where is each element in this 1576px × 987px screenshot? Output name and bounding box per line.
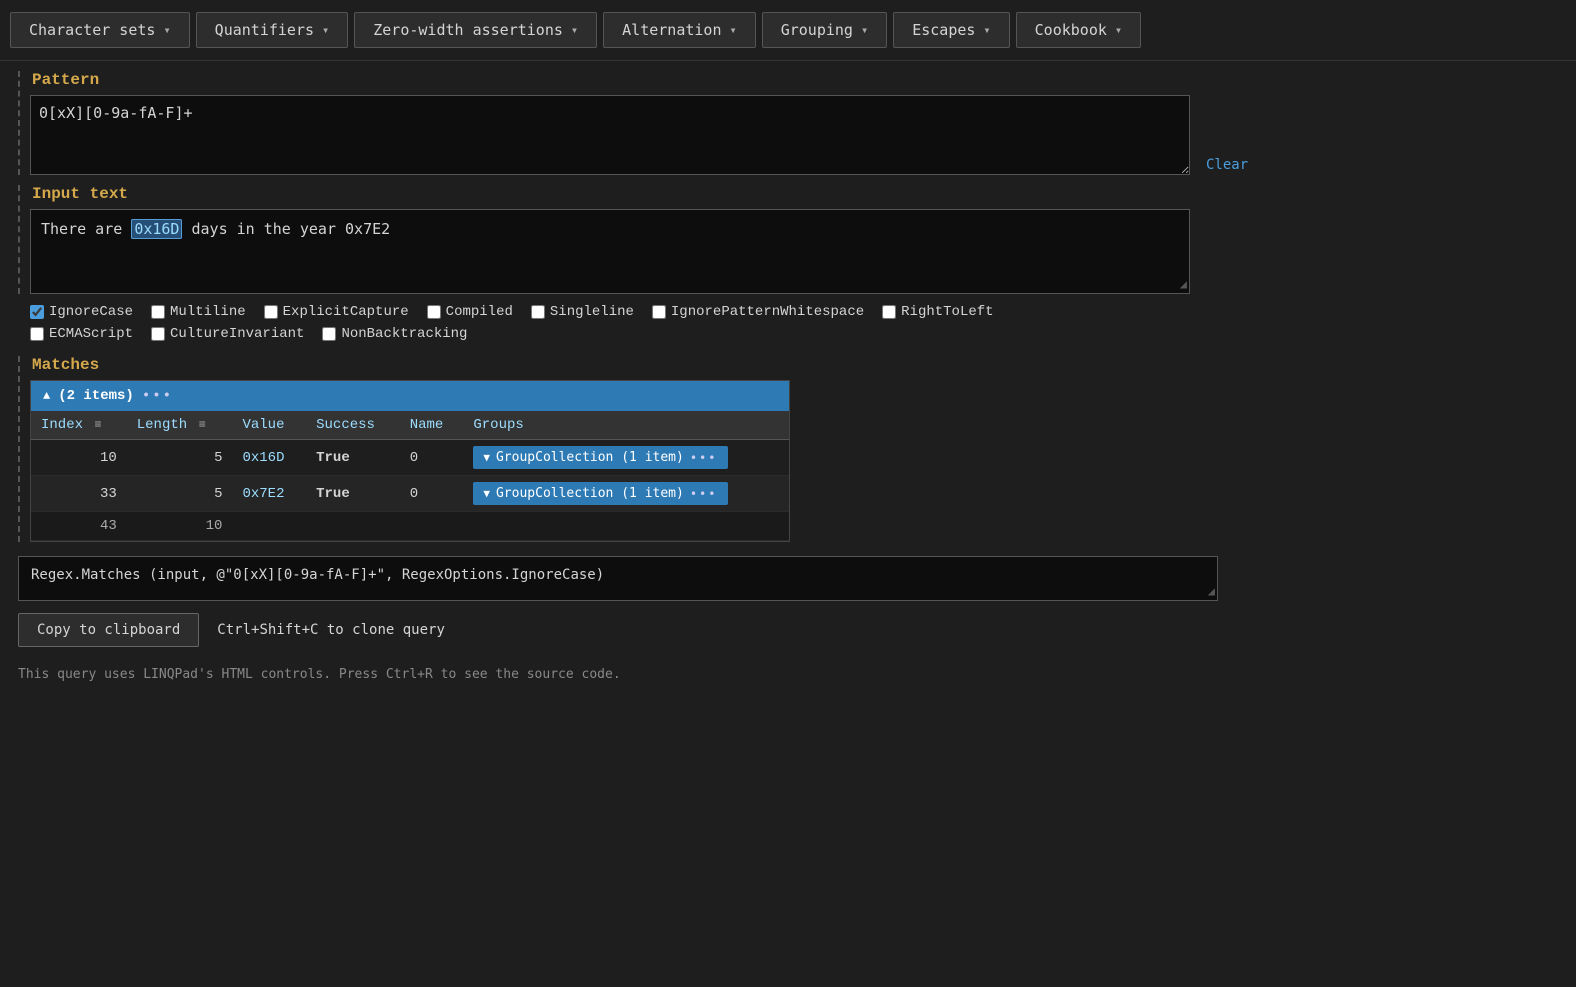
cell-name-3: [400, 512, 464, 541]
table-header-row: Index ≡ Length ≡ Value Success Name Grou…: [31, 411, 789, 440]
col-success: Success: [306, 411, 400, 440]
cell-index-3: 43: [31, 512, 127, 541]
checkbox-ecmascript[interactable]: ECMAScript: [30, 326, 133, 342]
expand-icon: ▼: [483, 487, 490, 500]
cell-value-3: [232, 512, 306, 541]
resize-handle[interactable]: ◢: [1208, 584, 1215, 598]
input-text-display[interactable]: There are 0x16D days in the year 0x7E2 ◢: [30, 209, 1190, 294]
col-value: Value: [232, 411, 306, 440]
checkbox-ignorecase[interactable]: IgnoreCase: [30, 304, 133, 320]
chevron-down-icon: ▾: [163, 23, 170, 37]
checkbox-singleline[interactable]: Singleline: [531, 304, 634, 320]
cell-length-1: 5: [127, 440, 233, 476]
menu-icon: ≡: [94, 418, 101, 432]
chevron-down-icon: ▾: [571, 23, 578, 37]
dots-icon[interactable]: •••: [142, 388, 173, 404]
input-text-section: Input text There are 0x16D days in the y…: [18, 185, 1558, 294]
pattern-section: Pattern 0[xX][0-9a-fA-F]+ Clear: [18, 71, 1558, 175]
col-length: Length ≡: [127, 411, 233, 440]
matches-table: Index ≡ Length ≡ Value Success Name Grou…: [31, 411, 789, 541]
cell-success-1: True: [306, 440, 400, 476]
input-suffix: days in the year 0x7E2: [182, 220, 390, 238]
input-text-label: Input text: [30, 185, 1558, 203]
table-row: 10 5 0x16D True 0 ▼ GroupCollection (1 i…: [31, 440, 789, 476]
checkbox-row-1: IgnoreCase Multiline ExplicitCapture Com…: [30, 304, 1558, 320]
col-groups: Groups: [463, 411, 789, 440]
col-index: Index ≡: [31, 411, 127, 440]
matches-label: Matches: [30, 356, 1558, 374]
cell-success-2: True: [306, 476, 400, 512]
checkbox-righttoleft[interactable]: RightToLeft: [882, 304, 993, 320]
copy-to-clipboard-button[interactable]: Copy to clipboard: [18, 613, 199, 647]
resize-handle[interactable]: ◢: [1180, 277, 1187, 291]
menu-icon: ≡: [199, 418, 206, 432]
footer-note: This query uses LINQPad's HTML controls.…: [18, 661, 1558, 688]
chevron-down-icon: ▾: [983, 23, 990, 37]
checkboxes-section: IgnoreCase Multiline ExplicitCapture Com…: [18, 304, 1558, 342]
checkbox-ignorepatternwhitespace[interactable]: IgnorePatternWhitespace: [652, 304, 864, 320]
table-row: 33 5 0x7E2 True 0 ▼ GroupCollection (1 i…: [31, 476, 789, 512]
nav-escapes[interactable]: Escapes ▾: [893, 12, 1009, 48]
pattern-label: Pattern: [30, 71, 1558, 89]
cell-groups-1: ▼ GroupCollection (1 item) •••: [463, 440, 789, 476]
matches-header-row[interactable]: ▲ (2 items) •••: [31, 381, 789, 411]
dots-icon: •••: [690, 451, 718, 465]
cell-value-2: 0x7E2: [232, 476, 306, 512]
nav-character-sets[interactable]: Character sets ▾: [10, 12, 190, 48]
cell-name-1: 0: [400, 440, 464, 476]
matches-section: Matches ▲ (2 items) ••• Index ≡ Length ≡…: [18, 356, 1558, 542]
checkbox-compiled[interactable]: Compiled: [427, 304, 513, 320]
input-highlight: 0x16D: [131, 219, 182, 239]
code-output-text: Regex.Matches (input, @"0[xX][0-9a-fA-F]…: [31, 567, 604, 583]
chevron-down-icon: ▾: [1115, 23, 1122, 37]
dots-icon: •••: [690, 487, 718, 501]
clear-button[interactable]: Clear: [1200, 155, 1254, 175]
chevron-down-icon: ▾: [861, 23, 868, 37]
checkbox-row-2: ECMAScript CultureInvariant NonBacktrack…: [30, 326, 1558, 342]
chevron-down-icon: ▾: [322, 23, 329, 37]
cell-index-2: 33: [31, 476, 127, 512]
top-nav: Character sets ▾ Quantifiers ▾ Zero-widt…: [0, 0, 1576, 61]
col-name: Name: [400, 411, 464, 440]
checkbox-cultureinvariant[interactable]: CultureInvariant: [151, 326, 304, 342]
collapse-arrow-icon: ▲: [43, 389, 50, 403]
matches-table-wrapper: ▲ (2 items) ••• Index ≡ Length ≡ Value S…: [30, 380, 790, 542]
cell-length-2: 5: [127, 476, 233, 512]
input-prefix: There are: [41, 220, 131, 238]
shortcut-text: Ctrl+Shift+C to clone query: [217, 622, 445, 638]
table-row-summary: 43 10: [31, 512, 789, 541]
nav-alternation[interactable]: Alternation ▾: [603, 12, 756, 48]
checkbox-multiline[interactable]: Multiline: [151, 304, 246, 320]
main-content: Pattern 0[xX][0-9a-fA-F]+ Clear Input te…: [0, 61, 1576, 698]
cell-success-3: [306, 512, 400, 541]
group-collection-btn-1[interactable]: ▼ GroupCollection (1 item) •••: [473, 446, 727, 469]
nav-cookbook[interactable]: Cookbook ▾: [1016, 12, 1141, 48]
code-output: Regex.Matches (input, @"0[xX][0-9a-fA-F]…: [18, 556, 1218, 601]
pattern-input[interactable]: 0[xX][0-9a-fA-F]+: [30, 95, 1190, 175]
cell-length-3: 10: [127, 512, 233, 541]
cell-groups-3: [463, 512, 789, 541]
nav-grouping[interactable]: Grouping ▾: [762, 12, 887, 48]
nav-quantifiers[interactable]: Quantifiers ▾: [196, 12, 349, 48]
matches-count: (2 items): [58, 388, 134, 404]
cell-name-2: 0: [400, 476, 464, 512]
cell-index-1: 10: [31, 440, 127, 476]
checkbox-nonbacktracking[interactable]: NonBacktracking: [322, 326, 467, 342]
copy-section: Copy to clipboard Ctrl+Shift+C to clone …: [18, 613, 1558, 647]
cell-groups-2: ▼ GroupCollection (1 item) •••: [463, 476, 789, 512]
chevron-down-icon: ▾: [729, 23, 736, 37]
pattern-row: 0[xX][0-9a-fA-F]+ Clear: [30, 95, 1558, 175]
cell-value-1: 0x16D: [232, 440, 306, 476]
checkbox-explicitcapture[interactable]: ExplicitCapture: [264, 304, 409, 320]
expand-icon: ▼: [483, 451, 490, 464]
group-collection-btn-2[interactable]: ▼ GroupCollection (1 item) •••: [473, 482, 727, 505]
nav-zero-width[interactable]: Zero-width assertions ▾: [354, 12, 597, 48]
